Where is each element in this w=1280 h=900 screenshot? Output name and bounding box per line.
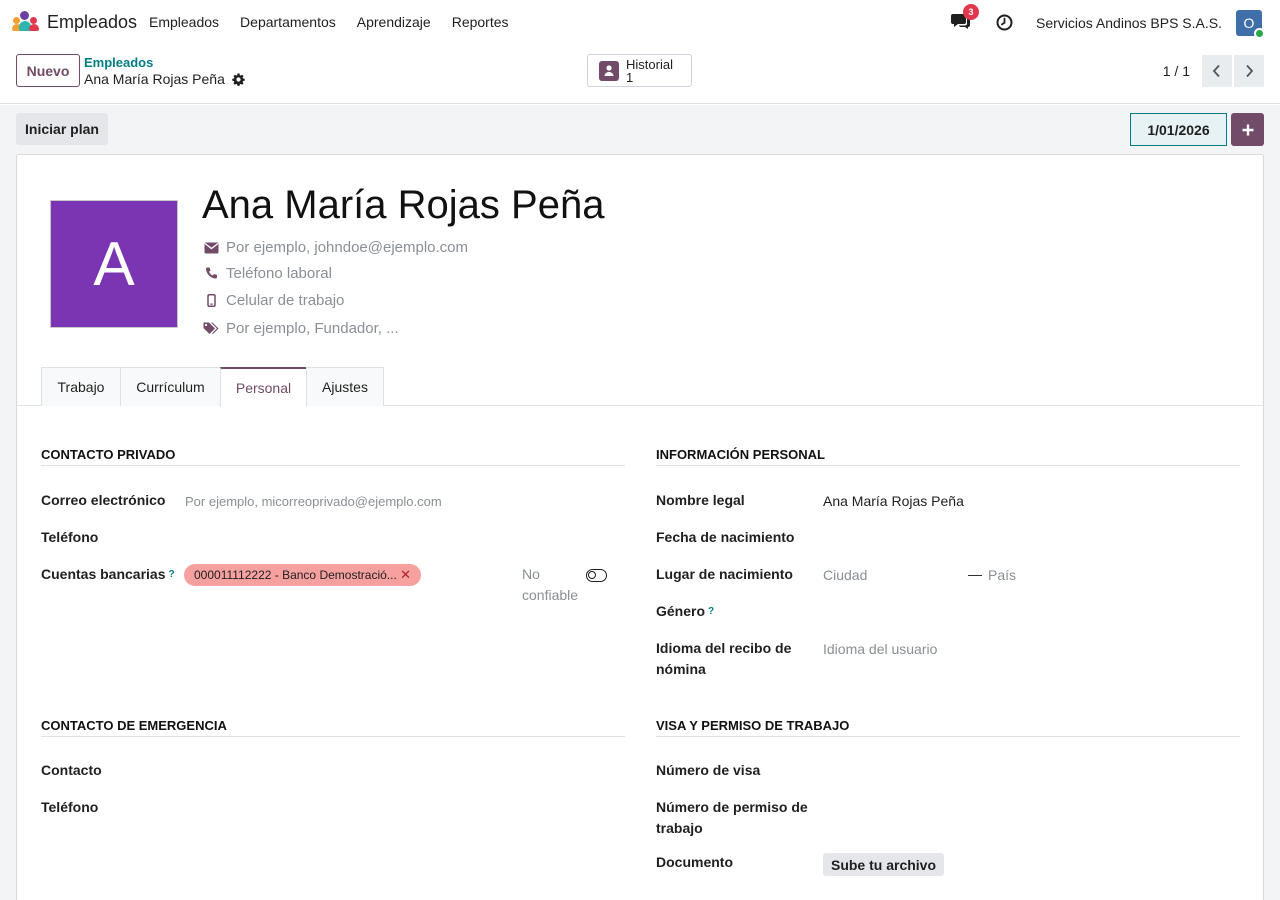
version-date-button[interactable]: 1/01/2026 (1130, 113, 1227, 146)
payslip-language-label: Idioma del recibo de nómina (656, 638, 791, 680)
user-avatar[interactable]: O (1236, 10, 1265, 39)
tags-field[interactable]: Por ejemplo, Fundador, ... (203, 320, 399, 337)
employee-form-sheet: A Ana María Rojas Peña Por ejemplo, john… (16, 154, 1264, 900)
birth-city-input[interactable]: Ciudad (823, 565, 867, 586)
dash-separator: — (968, 566, 982, 582)
pager-value[interactable]: 1 / 1 (1163, 63, 1190, 79)
breadcrumb-current: Ana María Rojas Peña (84, 71, 245, 87)
bank-account-tag[interactable]: 000011112222 - Banco Demostració... ✕ (184, 564, 421, 586)
control-panel: Nuevo Empleados Ana María Rojas Peña His… (0, 46, 1280, 104)
work-email-placeholder: Por ejemplo, johndoe@ejemplo.com (226, 239, 469, 256)
payslip-language-input[interactable]: Idioma del usuario (823, 639, 937, 660)
work-permit-label: Número de permiso de trabajo (656, 797, 808, 839)
work-email-field[interactable]: Por ejemplo, johndoe@ejemplo.com (203, 239, 468, 256)
pager-next-button[interactable] (1234, 55, 1264, 87)
tab-trabajo[interactable]: Trabajo (41, 367, 121, 406)
history-count: 1 (626, 69, 634, 85)
phone-icon (205, 267, 217, 279)
app-title: Empleados (47, 11, 138, 32)
payslip-language-label-line1: Idioma del recibo de (656, 640, 792, 656)
trust-label-line1: No (522, 566, 540, 582)
work-permit-label-line2: trabajo (656, 820, 703, 836)
user-initial: O (1243, 15, 1255, 31)
envelope-icon (204, 242, 218, 253)
menu-item-empleados[interactable]: Empleados (149, 14, 219, 30)
chevron-right-icon (1246, 64, 1254, 78)
breadcrumb: Empleados Ana María Rojas Peña (84, 55, 245, 87)
top-navbar: Empleados Empleados Departamentos Aprend… (0, 0, 1280, 46)
messages-button[interactable]: 3 (951, 4, 980, 34)
company-switcher[interactable]: Servicios Andinos BPS S.A.S. (1036, 15, 1222, 31)
birthday-label: Fecha de nacimiento (656, 529, 795, 545)
personal-info-section-title: INFORMACIÓN PERSONAL (656, 447, 1240, 466)
upload-file-button[interactable]: Sube tu archivo (823, 853, 944, 876)
gender-label-text: Género (656, 603, 706, 619)
messages-count-badge: 3 (963, 4, 980, 20)
tags-placeholder: Por ejemplo, Fundador, ... (226, 320, 399, 337)
menu-item-reportes[interactable]: Reportes (452, 14, 509, 30)
private-email-input[interactable]: Por ejemplo, micorreoprivado@ejemplo.com (185, 491, 442, 512)
menu-item-aprendizaje[interactable]: Aprendizaje (357, 14, 431, 30)
birth-country-input[interactable]: País (988, 565, 1016, 586)
birthplace-label: Lugar de nacimiento (656, 566, 793, 582)
contact-card-icon (599, 60, 619, 81)
legal-name-input[interactable]: Ana María Rojas Peña (823, 491, 964, 512)
activities-button[interactable] (996, 14, 1014, 32)
gender-label: Género? (656, 601, 714, 622)
private-email-label: Correo electrónico (41, 492, 166, 508)
gear-icon[interactable] (232, 72, 245, 86)
emergency-contact-label: Contacto (41, 762, 102, 778)
plus-icon (1242, 124, 1253, 135)
private-contact-section-title: CONTACTO PRIVADO (41, 447, 625, 466)
tab-personal[interactable]: Personal (220, 367, 307, 407)
chevron-left-icon (1212, 64, 1220, 78)
start-plan-button[interactable]: Iniciar plan (16, 113, 108, 145)
bank-accounts-label: Cuentas bancarias? (41, 564, 175, 585)
bank-accounts-help[interactable]: ? (169, 569, 175, 580)
remove-tag-icon[interactable]: ✕ (400, 567, 411, 583)
bank-accounts-label-text: Cuentas bancarias (41, 566, 166, 582)
add-version-button[interactable] (1231, 113, 1264, 146)
gender-help[interactable]: ? (708, 606, 714, 617)
tab-ajustes[interactable]: Ajustes (306, 367, 384, 406)
bank-account-tag-label: 000011112222 - Banco Demostració... (194, 568, 397, 582)
menu-item-departamentos[interactable]: Departamentos (240, 14, 336, 30)
new-button[interactable]: Nuevo (16, 54, 80, 87)
tab-curriculum[interactable]: Currículum (120, 367, 221, 406)
private-phone-label: Teléfono (41, 529, 99, 545)
employee-avatar[interactable]: A (50, 200, 178, 328)
mobile-phone-field[interactable]: Celular de trabajo (203, 292, 344, 309)
navbar-systray: 3 Servicios Andinos BPS S.A.S. O (951, 4, 1265, 39)
mobile-icon (206, 294, 216, 307)
employees-app-icon (12, 10, 40, 34)
work-phone-field[interactable]: Teléfono laboral (203, 265, 332, 282)
work-permit-label-line1: Número de permiso de (656, 799, 808, 815)
emergency-phone-label: Teléfono (41, 799, 99, 815)
trust-toggle[interactable] (586, 569, 607, 582)
pager-previous-button[interactable] (1202, 55, 1232, 87)
mobile-phone-placeholder: Celular de trabajo (226, 292, 345, 309)
history-smart-button[interactable]: Historial 1 (587, 54, 692, 87)
history-label: Historial (626, 56, 673, 72)
employee-name-field[interactable]: Ana María Rojas Peña (202, 183, 604, 228)
payslip-language-label-line2: nómina (656, 661, 706, 677)
clock-icon (996, 14, 1013, 31)
legal-name-label: Nombre legal (656, 492, 745, 508)
trust-label: No confiable (522, 564, 578, 606)
emergency-section-title: CONTACTO DE EMERGENCIA (41, 718, 625, 737)
form-notebook-tabs: Trabajo Currículum Personal Ajustes (17, 367, 1263, 407)
record-pager: 1 / 1 (1163, 55, 1264, 87)
app-brand[interactable]: Empleados (12, 10, 137, 34)
breadcrumb-parent-link[interactable]: Empleados (84, 55, 245, 70)
document-label: Documento (656, 854, 733, 870)
work-phone-placeholder: Teléfono laboral (226, 265, 332, 282)
tags-icon (203, 322, 219, 334)
main-menu: Empleados Departamentos Aprendizaje Repo… (149, 14, 530, 30)
visa-section-title: VISA Y PERMISO DE TRABAJO (656, 718, 1240, 737)
employee-avatar-letter: A (93, 229, 135, 299)
online-status-dot (1254, 28, 1265, 39)
breadcrumb-current-label: Ana María Rojas Peña (84, 71, 225, 87)
visa-number-label: Número de visa (656, 762, 761, 778)
trust-label-line2: confiable (522, 587, 579, 603)
